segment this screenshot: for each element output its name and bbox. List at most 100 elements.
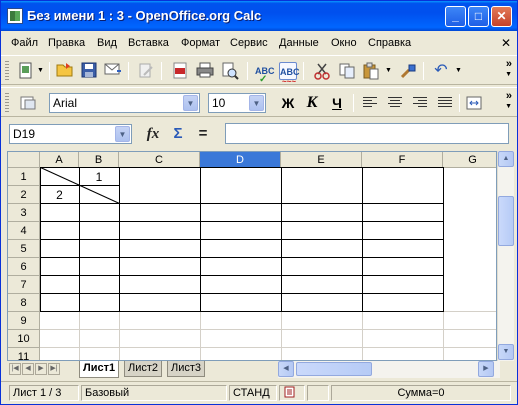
- underline-button[interactable]: Ч: [328, 94, 346, 112]
- first-sheet-icon[interactable]: |◀: [9, 363, 21, 375]
- new-document-icon[interactable]: [17, 62, 35, 80]
- align-right-icon[interactable]: [413, 97, 427, 109]
- menu-view[interactable]: Вид: [97, 37, 117, 49]
- scroll-left-icon[interactable]: ◀: [278, 361, 294, 377]
- formatting-toolbar: Arial ▼ 10 ▼ Ж К Ч » ▼: [1, 87, 517, 117]
- spreadsheet-grid[interactable]: A B C D E F G 1 2 3 4 5 6 7 8 9 10 11 1 …: [7, 151, 497, 361]
- undo-dropdown-icon[interactable]: ▼: [455, 62, 462, 80]
- function-wizard-icon[interactable]: fx: [143, 124, 163, 144]
- horizontal-scrollbar[interactable]: ◀ ▶: [278, 361, 500, 378]
- cell-a2[interactable]: 2: [40, 186, 79, 204]
- chevron-down-icon[interactable]: ▼: [115, 126, 130, 142]
- toolbar-grip[interactable]: [5, 93, 9, 113]
- menu-tools[interactable]: Сервис: [230, 37, 268, 49]
- menu-bar: Файл Правка Вид Вставка Формат Сервис Да…: [1, 33, 517, 53]
- status-insert-mode[interactable]: СТАНД: [229, 385, 277, 401]
- copy-icon[interactable]: [338, 62, 356, 80]
- menu-format[interactable]: Формат: [181, 37, 220, 49]
- document-close-icon[interactable]: ✕: [501, 36, 511, 50]
- font-size-combo[interactable]: 10 ▼: [208, 93, 266, 113]
- align-left-icon[interactable]: [363, 97, 377, 109]
- spellcheck-icon[interactable]: ABC ✓: [255, 62, 275, 85]
- save-icon[interactable]: [80, 62, 98, 80]
- email-icon[interactable]: [104, 62, 122, 80]
- window-title: Без имени 1 : 3 - OpenOffice.org Calc: [27, 8, 262, 23]
- toolbar-grip[interactable]: [5, 61, 9, 81]
- merge-cells-icon[interactable]: [465, 94, 483, 112]
- font-name-value: Arial: [53, 96, 78, 110]
- justify-icon[interactable]: [438, 97, 452, 109]
- scroll-right-icon[interactable]: ▶: [478, 361, 494, 377]
- chevron-down-icon[interactable]: ▼: [249, 95, 264, 111]
- toolbar-overflow-icon[interactable]: »: [506, 58, 512, 70]
- status-bar: Лист 1 / 3 Базовый СТАНД Сумма=0: [1, 381, 517, 403]
- toolbar-separator: [49, 62, 50, 80]
- sheet-tab-2[interactable]: Лист2: [124, 361, 163, 377]
- next-sheet-icon[interactable]: ▶: [35, 363, 47, 375]
- open-folder-icon[interactable]: [56, 62, 74, 80]
- new-dropdown-icon[interactable]: ▼: [37, 62, 44, 80]
- calc-app-icon[interactable]: [7, 8, 23, 24]
- title-bar[interactable]: Без имени 1 : 3 - OpenOffice.org Calc _ …: [1, 1, 517, 31]
- print-icon[interactable]: [196, 62, 214, 80]
- status-page-style[interactable]: Базовый: [81, 385, 227, 401]
- sum-icon[interactable]: Σ: [168, 124, 188, 144]
- function-icon[interactable]: =: [193, 124, 213, 144]
- menu-help[interactable]: Справка: [368, 37, 411, 49]
- close-button[interactable]: ✕: [491, 6, 512, 27]
- toolbar-separator: [161, 62, 162, 80]
- vertical-scroll-thumb[interactable]: [498, 196, 514, 246]
- print-preview-icon[interactable]: [221, 62, 239, 80]
- status-sum: Сумма=0: [331, 385, 511, 401]
- edit-file-icon[interactable]: [137, 62, 155, 80]
- cell-b1[interactable]: 1: [79, 168, 119, 186]
- undo-icon[interactable]: ↶: [432, 62, 450, 80]
- last-sheet-icon[interactable]: ▶|: [48, 363, 60, 375]
- maximize-button[interactable]: □: [468, 6, 489, 27]
- status-selection-mode[interactable]: [307, 385, 329, 401]
- toolbar-options-icon[interactable]: ▼: [505, 71, 512, 78]
- name-box[interactable]: D19 ▼: [9, 124, 132, 144]
- menu-insert[interactable]: Вставка: [128, 37, 169, 49]
- menu-window[interactable]: Окно: [331, 37, 357, 49]
- bold-button[interactable]: Ж: [279, 94, 297, 112]
- sheet-tab-3[interactable]: Лист3: [167, 361, 206, 377]
- minimize-icon: _: [452, 9, 459, 23]
- sheet-tab-bar: |◀ ◀ ▶ ▶| Лист1 Лист2 Лист3 ◀ ▶: [7, 361, 514, 378]
- toolbar-separator: [459, 94, 460, 112]
- export-pdf-icon[interactable]: [171, 62, 189, 80]
- minimize-button[interactable]: _: [445, 6, 466, 27]
- menu-edit[interactable]: Правка: [48, 37, 85, 49]
- cell-reference: D19: [13, 127, 36, 141]
- vertical-scrollbar[interactable]: ▲ ▼: [497, 151, 514, 361]
- styles-formatting-icon[interactable]: [19, 94, 37, 112]
- document-modified-icon: [279, 385, 305, 401]
- italic-button[interactable]: К: [303, 94, 321, 112]
- font-name-combo[interactable]: Arial ▼: [49, 93, 200, 113]
- cut-icon[interactable]: [313, 62, 331, 80]
- toolbar-separator: [303, 62, 304, 80]
- horizontal-scroll-thumb[interactable]: [296, 362, 372, 376]
- formula-input[interactable]: [225, 123, 509, 144]
- menu-file[interactable]: Файл: [11, 37, 38, 49]
- align-center-icon[interactable]: [388, 97, 402, 109]
- chevron-down-icon[interactable]: ▼: [183, 95, 198, 111]
- toolbar-overflow-icon[interactable]: »: [506, 90, 512, 102]
- autospellcheck-icon[interactable]: ABC ~~~: [279, 62, 300, 86]
- scroll-up-icon[interactable]: ▲: [498, 151, 514, 167]
- maximize-icon: □: [474, 9, 483, 23]
- menu-data[interactable]: Данные: [279, 37, 319, 49]
- sheet-tab-1[interactable]: Лист1: [79, 361, 120, 378]
- toolbar-separator: [128, 62, 129, 80]
- toolbar-separator: [423, 62, 424, 80]
- clone-formatting-icon[interactable]: [399, 62, 417, 80]
- scroll-down-icon[interactable]: ▼: [498, 344, 514, 360]
- prev-sheet-icon[interactable]: ◀: [22, 363, 34, 375]
- paste-icon[interactable]: [362, 62, 380, 80]
- close-icon: ✕: [496, 9, 507, 23]
- paste-dropdown-icon[interactable]: ▼: [385, 62, 392, 80]
- toolbar-separator: [247, 62, 248, 80]
- application-window: Без имени 1 : 3 - OpenOffice.org Calc _ …: [0, 0, 518, 405]
- toolbar-options-icon[interactable]: ▼: [505, 103, 512, 110]
- font-size-value: 10: [212, 96, 226, 110]
